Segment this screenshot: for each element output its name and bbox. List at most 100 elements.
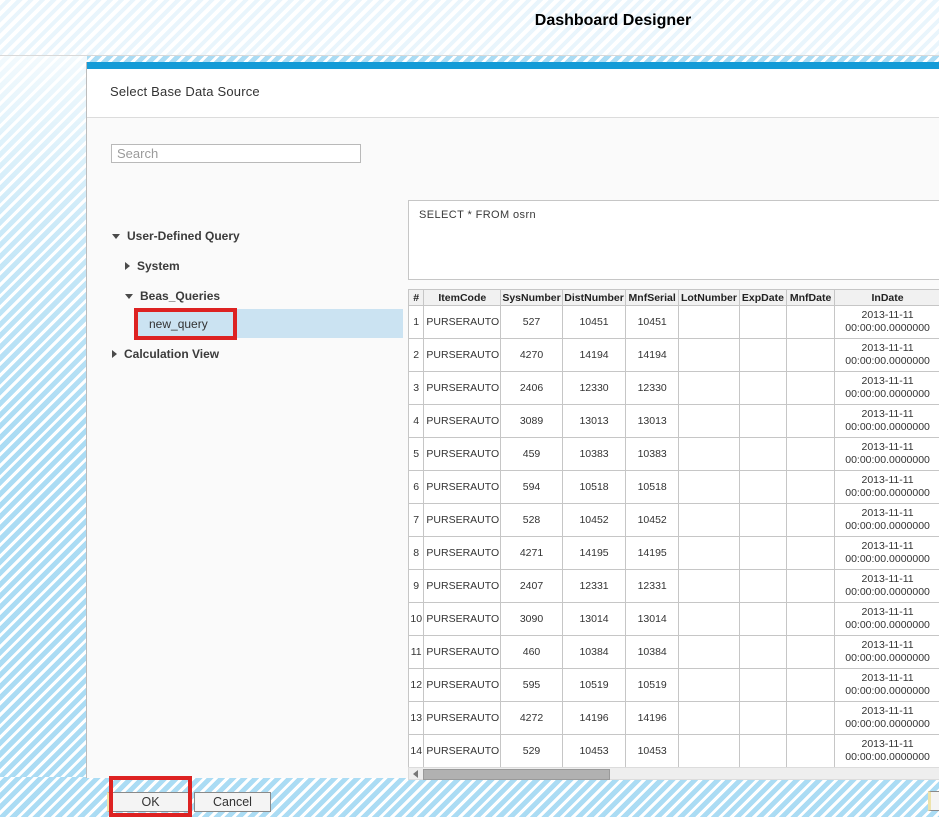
table-cell: 2013-11-11 00:00:00.0000000 — [835, 504, 939, 537]
table-row[interactable]: 9PURSERAUTO240712331123312013-11-11 00:0… — [409, 570, 939, 603]
table-cell: 10518 — [626, 471, 679, 504]
table-cell: 7 — [409, 504, 424, 537]
table-cell: PURSERAUTO — [424, 735, 501, 768]
table-row[interactable]: 1PURSERAUTO52710451104512013-11-11 00:00… — [409, 306, 939, 339]
tree-item-label: Beas_Queries — [140, 289, 220, 303]
table-row[interactable]: 12PURSERAUTO59510519105192013-11-11 00:0… — [409, 669, 939, 702]
table-cell — [787, 570, 835, 603]
table-row[interactable]: 7PURSERAUTO52810452104522013-11-11 00:00… — [409, 504, 939, 537]
table-cell — [739, 339, 786, 372]
column-header[interactable]: ExpDate — [739, 290, 786, 306]
column-header[interactable]: SysNumber — [501, 290, 563, 306]
table-cell: 13014 — [562, 603, 625, 636]
tree-item-label: System — [137, 259, 180, 273]
table-row[interactable]: 8PURSERAUTO427114195141952013-11-11 00:0… — [409, 537, 939, 570]
table-cell: 11 — [409, 636, 424, 669]
table-cell: 459 — [501, 438, 563, 471]
table-cell: 13 — [409, 702, 424, 735]
column-header[interactable]: InDate — [835, 290, 939, 306]
table-row[interactable]: 14PURSERAUTO52910453104532013-11-11 00:0… — [409, 735, 939, 768]
table-cell: 2013-11-11 00:00:00.0000000 — [835, 537, 939, 570]
column-header[interactable]: MnfSerial — [626, 290, 679, 306]
table-cell: 14 — [409, 735, 424, 768]
table-cell: 3089 — [501, 405, 563, 438]
table-cell: 10519 — [562, 669, 625, 702]
table-row[interactable]: 11PURSERAUTO46010384103842013-11-11 00:0… — [409, 636, 939, 669]
search-input[interactable] — [111, 144, 361, 163]
table-cell — [787, 735, 835, 768]
column-header[interactable]: # — [409, 290, 424, 306]
cancel-button[interactable]: Cancel — [194, 792, 271, 812]
table-row[interactable]: 2PURSERAUTO427014194141942013-11-11 00:0… — [409, 339, 939, 372]
tree-item-label: new_query — [136, 317, 208, 331]
table-row[interactable]: 6PURSERAUTO59410518105182013-11-11 00:00… — [409, 471, 939, 504]
table-row[interactable]: 10PURSERAUTO309013014130142013-11-11 00:… — [409, 603, 939, 636]
table-cell — [679, 537, 740, 570]
table-cell: 10451 — [562, 306, 625, 339]
table-cell: PURSERAUTO — [424, 603, 501, 636]
column-header[interactable]: ItemCode — [424, 290, 501, 306]
table-cell: 10518 — [562, 471, 625, 504]
chevron-right-icon[interactable] — [125, 262, 130, 270]
table-cell: 2013-11-11 00:00:00.0000000 — [835, 405, 939, 438]
horizontal-scrollbar[interactable] — [408, 767, 939, 780]
table-cell: 4 — [409, 405, 424, 438]
table-cell: 10383 — [562, 438, 625, 471]
tree-item-new-query[interactable]: new_query — [136, 309, 403, 338]
table-row[interactable]: 4PURSERAUTO308913013130132013-11-11 00:0… — [409, 405, 939, 438]
table-cell: 10452 — [626, 504, 679, 537]
table-cell: PURSERAUTO — [424, 372, 501, 405]
table-cell: PURSERAUTO — [424, 702, 501, 735]
app-titlebar: Dashboard Designer — [0, 0, 939, 56]
table-cell: 4271 — [501, 537, 563, 570]
table-row[interactable]: 5PURSERAUTO45910383103832013-11-11 00:00… — [409, 438, 939, 471]
chevron-down-icon[interactable] — [125, 294, 133, 299]
table-cell — [679, 669, 740, 702]
table-cell: 2406 — [501, 372, 563, 405]
table-cell — [787, 702, 835, 735]
table-cell: PURSERAUTO — [424, 306, 501, 339]
tree-item-user-defined-query[interactable]: User-Defined Query — [112, 228, 240, 244]
table-cell — [739, 405, 786, 438]
table-row[interactable]: 3PURSERAUTO240612330123302013-11-11 00:0… — [409, 372, 939, 405]
chevron-right-icon[interactable] — [112, 350, 117, 358]
table-cell: 2013-11-11 00:00:00.0000000 — [835, 570, 939, 603]
tree-item-calculation-view[interactable]: Calculation View — [112, 346, 219, 362]
table-cell — [739, 735, 786, 768]
partial-button-edge[interactable] — [928, 791, 939, 811]
dialog-title: Select Base Data Source — [110, 84, 260, 99]
table-row[interactable]: 13PURSERAUTO427214196141962013-11-11 00:… — [409, 702, 939, 735]
table-cell: 594 — [501, 471, 563, 504]
table-cell: 10453 — [562, 735, 625, 768]
table-cell — [739, 372, 786, 405]
table-cell — [739, 636, 786, 669]
tree-item-system[interactable]: System — [125, 258, 180, 274]
column-header[interactable]: LotNumber — [679, 290, 740, 306]
table-cell: 14194 — [562, 339, 625, 372]
scrollbar-thumb[interactable] — [423, 769, 610, 780]
table-cell: 10453 — [626, 735, 679, 768]
ok-button[interactable]: OK — [107, 792, 192, 812]
table-cell: 4270 — [501, 339, 563, 372]
sql-preview-box[interactable]: SELECT * FROM osrn — [408, 200, 939, 280]
tree-item-beas-queries[interactable]: Beas_Queries — [125, 288, 220, 304]
column-header[interactable]: MnfDate — [787, 290, 835, 306]
chevron-down-icon[interactable] — [112, 234, 120, 239]
table-cell — [679, 405, 740, 438]
table-cell: 527 — [501, 306, 563, 339]
table-cell: 14196 — [626, 702, 679, 735]
table-cell: 9 — [409, 570, 424, 603]
dialog-body: User-Defined Query System Beas_Queries n… — [87, 118, 939, 778]
column-header[interactable]: DistNumber — [562, 290, 625, 306]
table-cell — [739, 471, 786, 504]
table-cell: 12 — [409, 669, 424, 702]
table-cell: 6 — [409, 471, 424, 504]
table-cell: PURSERAUTO — [424, 570, 501, 603]
sql-text: SELECT * FROM osrn — [419, 209, 536, 221]
table-cell — [679, 306, 740, 339]
table-cell: 2013-11-11 00:00:00.0000000 — [835, 438, 939, 471]
table-cell: 12330 — [626, 372, 679, 405]
table-cell: 10384 — [562, 636, 625, 669]
table-cell — [739, 669, 786, 702]
table-cell: 3090 — [501, 603, 563, 636]
